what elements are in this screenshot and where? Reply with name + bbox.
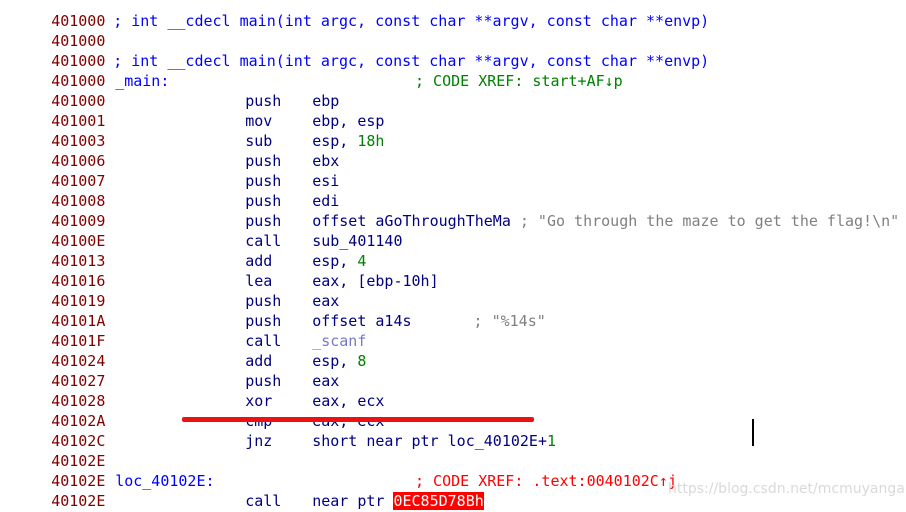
address-gutter: 40102E xyxy=(51,452,106,470)
address-gutter: 401000 xyxy=(51,92,106,110)
instruction-mnemonic[interactable]: lea xyxy=(245,271,312,291)
address-gutter: 401008 xyxy=(51,192,106,210)
instruction-operands[interactable]: ebp, esp xyxy=(312,112,384,130)
address-gutter: 401009 xyxy=(51,212,106,230)
ida-disassembly-view[interactable]: 401000 ; int __cdecl main(int argc, const… xyxy=(0,0,906,512)
code-label-loc-40102E[interactable]: loc_40102E: xyxy=(113,472,214,490)
instruction-mnemonic[interactable]: push xyxy=(245,151,312,171)
address-gutter: 401028 xyxy=(51,392,106,410)
instruction-operands[interactable]: esp, xyxy=(312,132,357,150)
instruction-operands[interactable]: ebx xyxy=(312,152,339,170)
highlighted-operand[interactable]: 0EC85D78Bh xyxy=(393,492,484,510)
instruction-mnemonic[interactable]: sub xyxy=(245,131,312,151)
address-gutter: 401007 xyxy=(51,172,106,190)
instruction-mnemonic[interactable]: call xyxy=(245,491,312,511)
address-gutter: 401003 xyxy=(51,132,106,150)
address-gutter: 40102C xyxy=(51,432,106,450)
instruction-operands[interactable]: eax, ecx xyxy=(312,392,384,410)
instruction-operands[interactable]: short near ptr loc_40102E+ xyxy=(312,432,547,450)
instruction-operands[interactable]: esp, xyxy=(312,252,357,270)
instruction-mnemonic[interactable]: push xyxy=(245,311,312,331)
address-gutter: 401013 xyxy=(51,252,106,270)
instruction-mnemonic[interactable]: push xyxy=(245,171,312,191)
instruction-operands[interactable]: offset aGoThroughTheMa xyxy=(312,212,511,230)
instruction-mnemonic[interactable]: push xyxy=(245,91,312,111)
instruction-mnemonic[interactable]: push xyxy=(245,191,312,211)
address-gutter: 401027 xyxy=(51,372,106,390)
disassembly-listing[interactable]: 401000 ; int __cdecl main(int argc, const… xyxy=(0,0,906,512)
address-gutter: 401000 xyxy=(51,52,106,70)
instruction-operand-number[interactable]: 4 xyxy=(357,252,366,270)
string-repeatable-comment: ; "%14s" xyxy=(473,312,546,330)
address-gutter: 401006 xyxy=(51,152,106,170)
instruction-operands[interactable]: eax xyxy=(312,292,339,310)
instruction-mnemonic[interactable]: call xyxy=(245,231,312,251)
address-gutter: 401000 xyxy=(51,32,106,50)
instruction-operands[interactable]: eax xyxy=(312,372,339,390)
address-gutter: 40101F xyxy=(51,332,106,350)
library-function-reference[interactable]: _scanf xyxy=(312,332,366,350)
address-gutter: 401000 xyxy=(51,72,106,90)
text-caret xyxy=(752,419,754,446)
address-gutter: 401016 xyxy=(51,272,106,290)
instruction-operand-number[interactable]: 8 xyxy=(357,352,366,370)
instruction-operands[interactable]: eax, [ebp-10h] xyxy=(312,272,438,290)
function-label-main[interactable]: _main: xyxy=(113,72,169,90)
code-xref-comment: ; CODE XREF: start+AF↓p xyxy=(415,72,623,90)
instruction-mnemonic[interactable]: xor xyxy=(245,391,312,411)
address-gutter: 40102E xyxy=(51,492,106,510)
instruction-operands[interactable]: offset a14s xyxy=(312,312,411,330)
instruction-operands[interactable]: ebp xyxy=(312,92,339,110)
instruction-operands[interactable]: esi xyxy=(312,172,339,190)
function-prototype-comment: ; int __cdecl main(int argc, const char … xyxy=(113,12,710,30)
red-underline-annotation xyxy=(182,417,534,422)
address-gutter: 401024 xyxy=(51,352,106,370)
instruction-mnemonic[interactable]: call xyxy=(245,331,312,351)
instruction-mnemonic[interactable]: jnz xyxy=(245,431,312,451)
instruction-operand-number[interactable]: 18h xyxy=(357,132,384,150)
instruction-operand-number[interactable]: 1 xyxy=(547,432,556,450)
instruction-operands[interactable]: edi xyxy=(312,192,339,210)
instruction-operands[interactable]: sub_401140 xyxy=(312,232,402,250)
listing-line[interactable]: 401000 ; int __cdecl main(int argc, const… xyxy=(0,0,906,30)
instruction-mnemonic[interactable]: push xyxy=(245,291,312,311)
instruction-mnemonic[interactable]: push xyxy=(245,211,312,231)
address-gutter: 401001 xyxy=(51,112,106,130)
address-gutter: 401019 xyxy=(51,292,106,310)
listing-line[interactable]: 40102E loc_40102E: ; CODE XREF: .text:0040… xyxy=(0,451,906,490)
string-repeatable-comment: ; "Go through the maze to get the flag!\… xyxy=(519,212,900,230)
address-gutter: 40102E xyxy=(51,472,106,490)
address-gutter: 40102A xyxy=(51,412,106,430)
function-prototype-comment: ; int __cdecl main(int argc, const char … xyxy=(113,52,710,70)
instruction-mnemonic[interactable]: add xyxy=(245,251,312,271)
instruction-operands[interactable]: esp, xyxy=(312,352,357,370)
instruction-mnemonic[interactable]: push xyxy=(245,371,312,391)
address-gutter: 401000 xyxy=(51,12,106,30)
address-gutter: 40101A xyxy=(51,312,106,330)
instruction-mnemonic[interactable]: add xyxy=(245,351,312,371)
instruction-mnemonic[interactable]: mov xyxy=(245,111,312,131)
listing-line[interactable]: 401000 ; int __cdecl main(int argc, const… xyxy=(0,31,906,70)
instruction-operands[interactable]: near ptr xyxy=(312,492,393,510)
code-xref-comment: ; CODE XREF: .text:0040102C↑j xyxy=(415,472,677,490)
address-gutter: 40100E xyxy=(51,232,106,250)
